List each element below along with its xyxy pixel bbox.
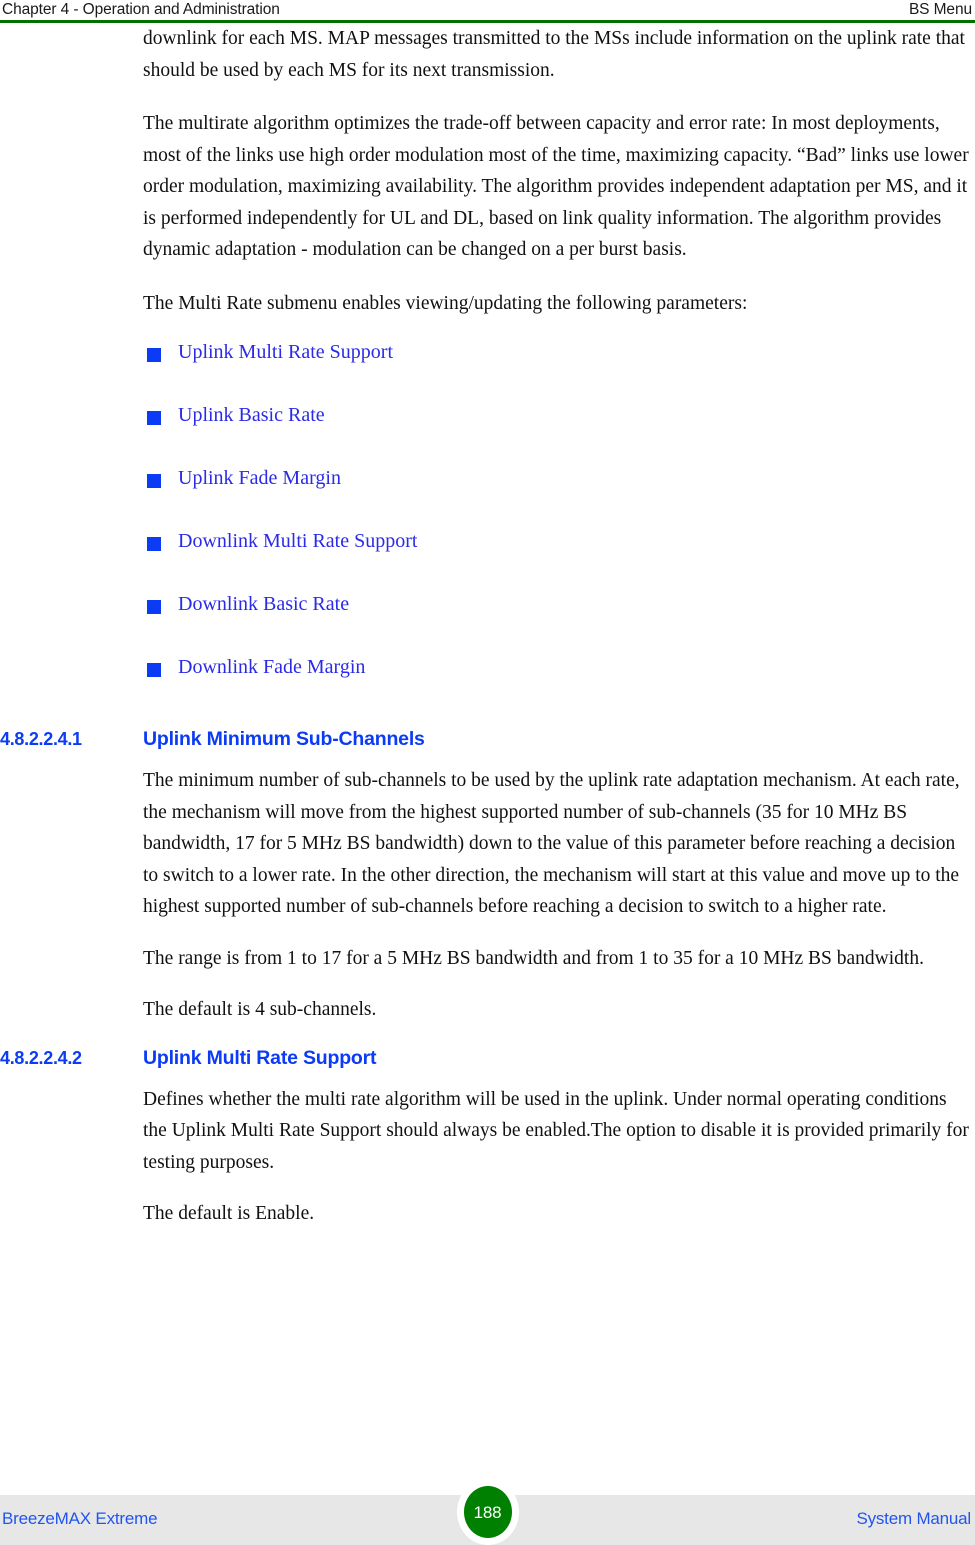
section-1-paragraph-1: The minimum number of sub-channels to be… [143, 770, 960, 917]
section-number: 4.8.2.2.4.2 [0, 1047, 82, 1068]
section-title: Uplink Minimum Sub-Channels [143, 728, 425, 750]
paragraph-intro-1: downlink for each MS. MAP messages trans… [143, 28, 965, 81]
page-footer: BreezeMAX Extreme 188 System Manual [0, 1479, 975, 1545]
list-item-label[interactable]: Downlink Fade Margin [178, 652, 365, 683]
square-bullet-icon [147, 348, 161, 362]
header-section-title: BS Menu [908, 1, 972, 18]
list-item[interactable]: Uplink Multi Rate Support [0, 341, 975, 404]
section-1-paragraph-3: The default is 4 sub-channels. [143, 999, 377, 1020]
document-page: Chapter 4 - Operation and Administration… [0, 0, 975, 1545]
list-item[interactable]: Uplink Basic Rate [0, 404, 975, 467]
list-item[interactable]: Downlink Fade Margin [0, 656, 975, 719]
section-heading-uplink-multi-rate-support: 4.8.2.2.4.2 Uplink Multi Rate Support [0, 1046, 975, 1080]
list-item[interactable]: Uplink Fade Margin [0, 467, 975, 530]
footer-product-name: BreezeMAX Extreme [2, 1509, 158, 1528]
section-title: Uplink Multi Rate Support [143, 1046, 377, 1069]
square-bullet-icon [147, 537, 161, 551]
page-number-circle: 188 [463, 1486, 512, 1538]
section-2-paragraph-1: Defines whether the multi rate algorithm… [143, 1088, 969, 1173]
section-2-paragraph-2: The default is Enable. [143, 1203, 315, 1224]
list-item[interactable]: Downlink Basic Rate [0, 593, 975, 656]
section-heading-uplink-minimum-sub-channels: 4.8.2.2.4.1 Uplink Minimum Sub-Channels [0, 727, 975, 761]
page-number-badge: 188 [456, 1479, 519, 1545]
list-item-label[interactable]: Uplink Multi Rate Support [178, 337, 393, 368]
square-bullet-icon [147, 474, 161, 488]
square-bullet-icon [147, 600, 161, 614]
list-item-label[interactable]: Uplink Fade Margin [178, 463, 341, 494]
multi-rate-parameter-list: Uplink Multi Rate Support Uplink Basic R… [0, 341, 975, 719]
paragraph-intro-2: The multirate algorithm optimizes the tr… [143, 113, 969, 260]
section-number: 4.8.2.2.4.1 [0, 729, 82, 749]
page-number: 188 [473, 1502, 502, 1522]
list-item[interactable]: Downlink Multi Rate Support [0, 530, 975, 593]
footer-document-name: System Manual [856, 1509, 971, 1528]
list-item-label[interactable]: Downlink Basic Rate [178, 589, 349, 620]
page-header: Chapter 4 - Operation and Administration… [0, 0, 975, 22]
page-content: downlink for each MS. MAP messages trans… [0, 23, 975, 1250]
header-chapter-title: Chapter 4 - Operation and Administration [2, 1, 280, 18]
list-item-label[interactable]: Uplink Basic Rate [178, 400, 325, 431]
section-1-paragraph-2: The range is from 1 to 17 for a 5 MHz BS… [143, 947, 924, 969]
paragraph-intro-3: The Multi Rate submenu enables viewing/u… [143, 292, 748, 314]
list-item-label[interactable]: Downlink Multi Rate Support [178, 526, 417, 557]
square-bullet-icon [147, 663, 161, 677]
square-bullet-icon [147, 411, 161, 425]
